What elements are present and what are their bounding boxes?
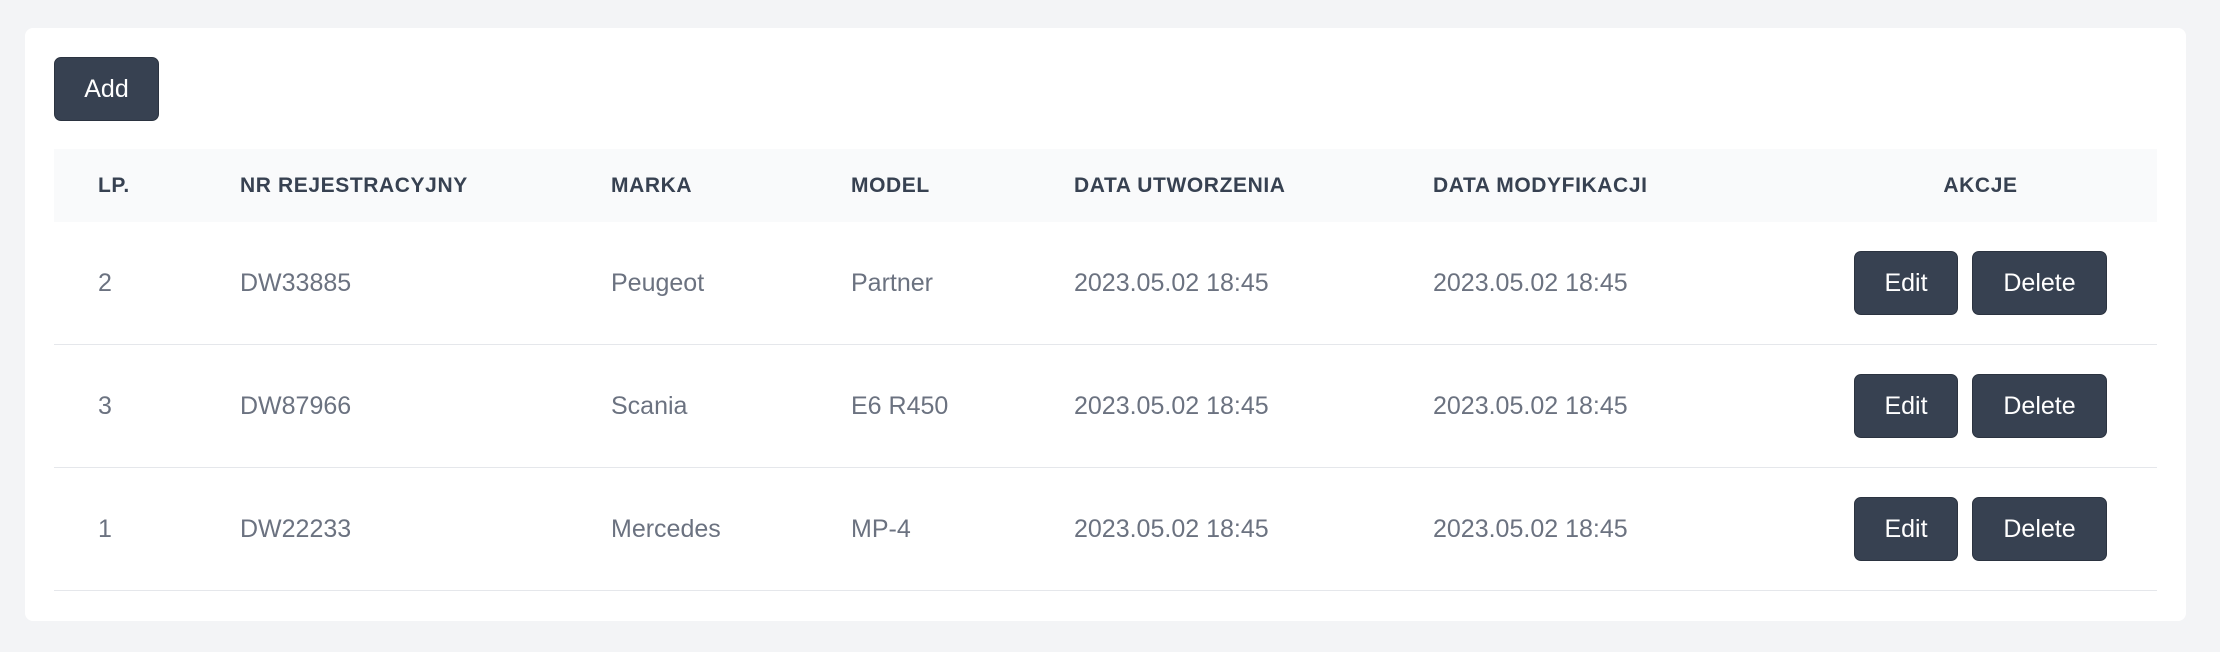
cell-created-date: 2023.05.02 18:45 [1074,392,1269,420]
delete-button[interactable]: Delete [1972,374,2107,438]
cell-registration-number: DW22233 [240,515,352,543]
header-modified-date: DATA MODYFIKACJI [1433,174,1648,197]
cell-registration-number: DW87966 [240,392,352,420]
edit-button[interactable]: Edit [1854,374,1958,438]
cell-model: E6 R450 [851,392,949,420]
cell-lp: 1 [98,515,112,543]
cell-created-date: 2023.05.02 18:45 [1074,515,1269,543]
table-row: 1 DW22233 Mercedes MP-4 2023.05.02 18:45… [54,468,2157,591]
table-header: LP. NR REJESTRACYJNY MARKA MODEL DATA UT… [54,149,2157,222]
cell-model: Partner [851,269,933,297]
cell-brand: Scania [611,392,688,420]
cell-modified-date: 2023.05.02 18:45 [1433,392,1628,420]
cell-modified-date: 2023.05.02 18:45 [1433,515,1628,543]
cell-created-date: 2023.05.02 18:45 [1074,269,1269,297]
cell-modified-date: 2023.05.02 18:45 [1433,269,1628,297]
header-model: MODEL [851,174,930,197]
edit-button[interactable]: Edit [1854,251,1958,315]
cell-model: MP-4 [851,515,911,543]
header-brand: MARKA [611,174,693,197]
delete-button[interactable]: Delete [1972,251,2107,315]
table-row: 2 DW33885 Peugeot Partner 2023.05.02 18:… [54,222,2157,345]
header-lp: LP. [98,174,130,197]
cell-brand: Peugeot [611,269,705,297]
cell-registration-number: DW33885 [240,269,352,297]
header-actions: AKCJE [1943,174,2018,197]
vehicles-card: Add LP. NR REJESTRACYJNY MARKA MODEL DAT… [25,28,2186,621]
delete-button[interactable]: Delete [1972,497,2107,561]
header-created-date: DATA UTWORZENIA [1074,174,1286,197]
edit-button[interactable]: Edit [1854,497,1958,561]
cell-brand: Mercedes [611,515,721,543]
header-registration-number: NR REJESTRACYJNY [240,174,468,197]
add-button[interactable]: Add [54,57,159,121]
cell-lp: 3 [98,392,112,420]
cell-lp: 2 [98,269,112,297]
table-row: 3 DW87966 Scania E6 R450 2023.05.02 18:4… [54,345,2157,468]
